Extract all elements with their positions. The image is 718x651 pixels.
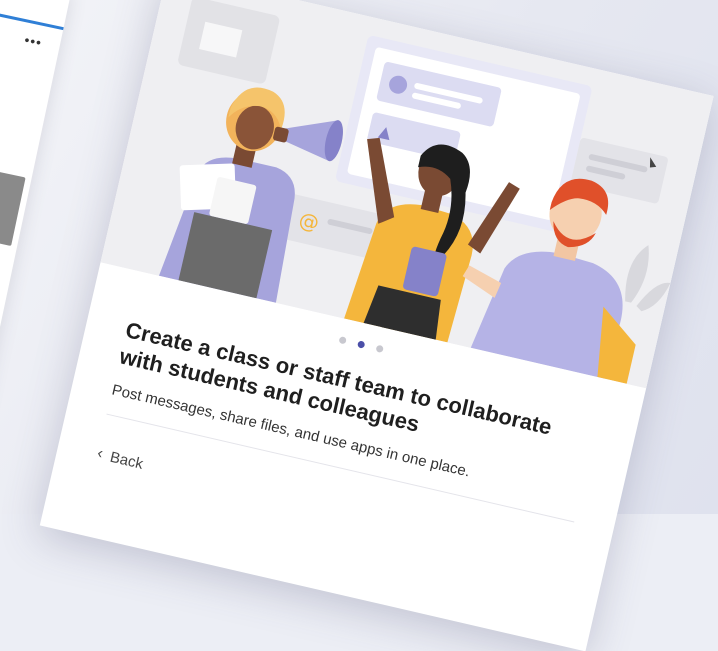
onboarding-card: @ Create a class or staff team to collab… xyxy=(39,0,714,651)
chevron-left-icon: ‹ xyxy=(95,444,105,463)
carousel-pagination xyxy=(338,336,384,354)
back-label: Back xyxy=(108,448,145,473)
pagination-dot-active[interactable] xyxy=(356,340,366,349)
back-button[interactable]: ‹ Back xyxy=(95,445,145,473)
pagination-dot[interactable] xyxy=(375,344,384,354)
window-accent-line xyxy=(0,0,64,31)
chevron-right-icon: › xyxy=(0,194,2,216)
more-icon[interactable]: ••• xyxy=(23,32,44,51)
pagination-dot[interactable] xyxy=(338,336,347,345)
